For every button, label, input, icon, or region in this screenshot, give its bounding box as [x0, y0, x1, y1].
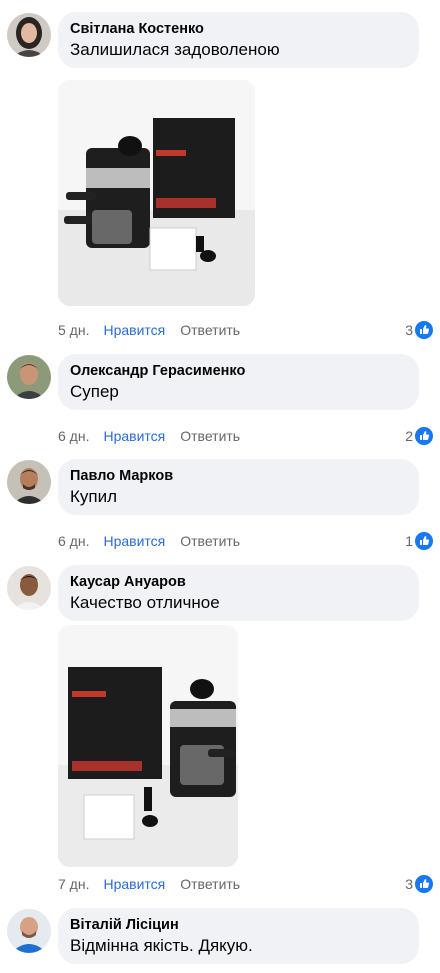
reaction-count[interactable]: 2: [405, 426, 433, 446]
avatar[interactable]: [7, 13, 51, 57]
comment-time[interactable]: 5 дн.: [58, 322, 89, 338]
comment-meta: 6 дн. Нравится Ответить: [58, 426, 240, 446]
comment-bubble: Олександр Герасименко Супер: [58, 354, 419, 410]
comment-text: Качество отличное: [70, 593, 220, 612]
reaction-number: 1: [405, 533, 413, 549]
avatar[interactable]: [7, 460, 51, 504]
comment-time[interactable]: 6 дн.: [58, 428, 89, 444]
comment-text: Відмінна якість. Дякую.: [70, 936, 253, 955]
avatar[interactable]: [7, 566, 51, 610]
comment-bubble: Каусар Ануаров Качество отличное: [58, 565, 419, 621]
thumbs-up-icon: [415, 427, 433, 445]
commenter-name[interactable]: Павло Марков: [70, 467, 407, 486]
reply-button[interactable]: Ответить: [180, 428, 240, 444]
comment-text: Купил: [70, 487, 118, 506]
thumbs-up-icon: [415, 321, 433, 339]
reaction-number: 3: [405, 876, 413, 892]
reply-button[interactable]: Ответить: [180, 876, 240, 892]
like-button[interactable]: Нравится: [103, 322, 165, 338]
commenter-name[interactable]: Каусар Ануаров: [70, 573, 407, 592]
reply-button[interactable]: Ответить: [180, 533, 240, 549]
commenter-name[interactable]: Віталій Лісіцин: [70, 916, 407, 935]
comment-meta: 5 дн. Нравится Ответить: [58, 320, 240, 340]
avatar[interactable]: [7, 355, 51, 399]
commenter-name[interactable]: Олександр Герасименко: [70, 362, 407, 381]
avatar[interactable]: [7, 909, 51, 953]
comment-meta: 7 дн. Нравится Ответить: [58, 874, 240, 894]
comment-meta: 6 дн. Нравится Ответить: [58, 531, 240, 551]
reaction-number: 3: [405, 322, 413, 338]
thumbs-up-icon: [415, 532, 433, 550]
comment-bubble: Віталій Лісіцин Відмінна якість. Дякую.: [58, 908, 419, 964]
like-button[interactable]: Нравится: [103, 876, 165, 892]
comment-time[interactable]: 6 дн.: [58, 533, 89, 549]
comment-text: Залишилася задоволеною: [70, 40, 280, 59]
comment-photo[interactable]: [58, 80, 255, 306]
comment-bubble: Павло Марков Купил: [58, 459, 419, 515]
comment-text: Супер: [70, 382, 119, 401]
comment-bubble: Світлана Костенко Залишилася задоволеною: [58, 12, 419, 68]
thumbs-up-icon: [415, 875, 433, 893]
comment-time[interactable]: 7 дн.: [58, 876, 89, 892]
reaction-count[interactable]: 1: [405, 531, 433, 551]
reaction-count[interactable]: 3: [405, 320, 433, 340]
commenter-name[interactable]: Світлана Костенко: [70, 20, 407, 39]
reaction-number: 2: [405, 428, 413, 444]
reaction-count[interactable]: 3: [405, 874, 433, 894]
like-button[interactable]: Нравится: [103, 533, 165, 549]
reply-button[interactable]: Ответить: [180, 322, 240, 338]
like-button[interactable]: Нравится: [103, 428, 165, 444]
comment-photo[interactable]: [58, 625, 238, 867]
